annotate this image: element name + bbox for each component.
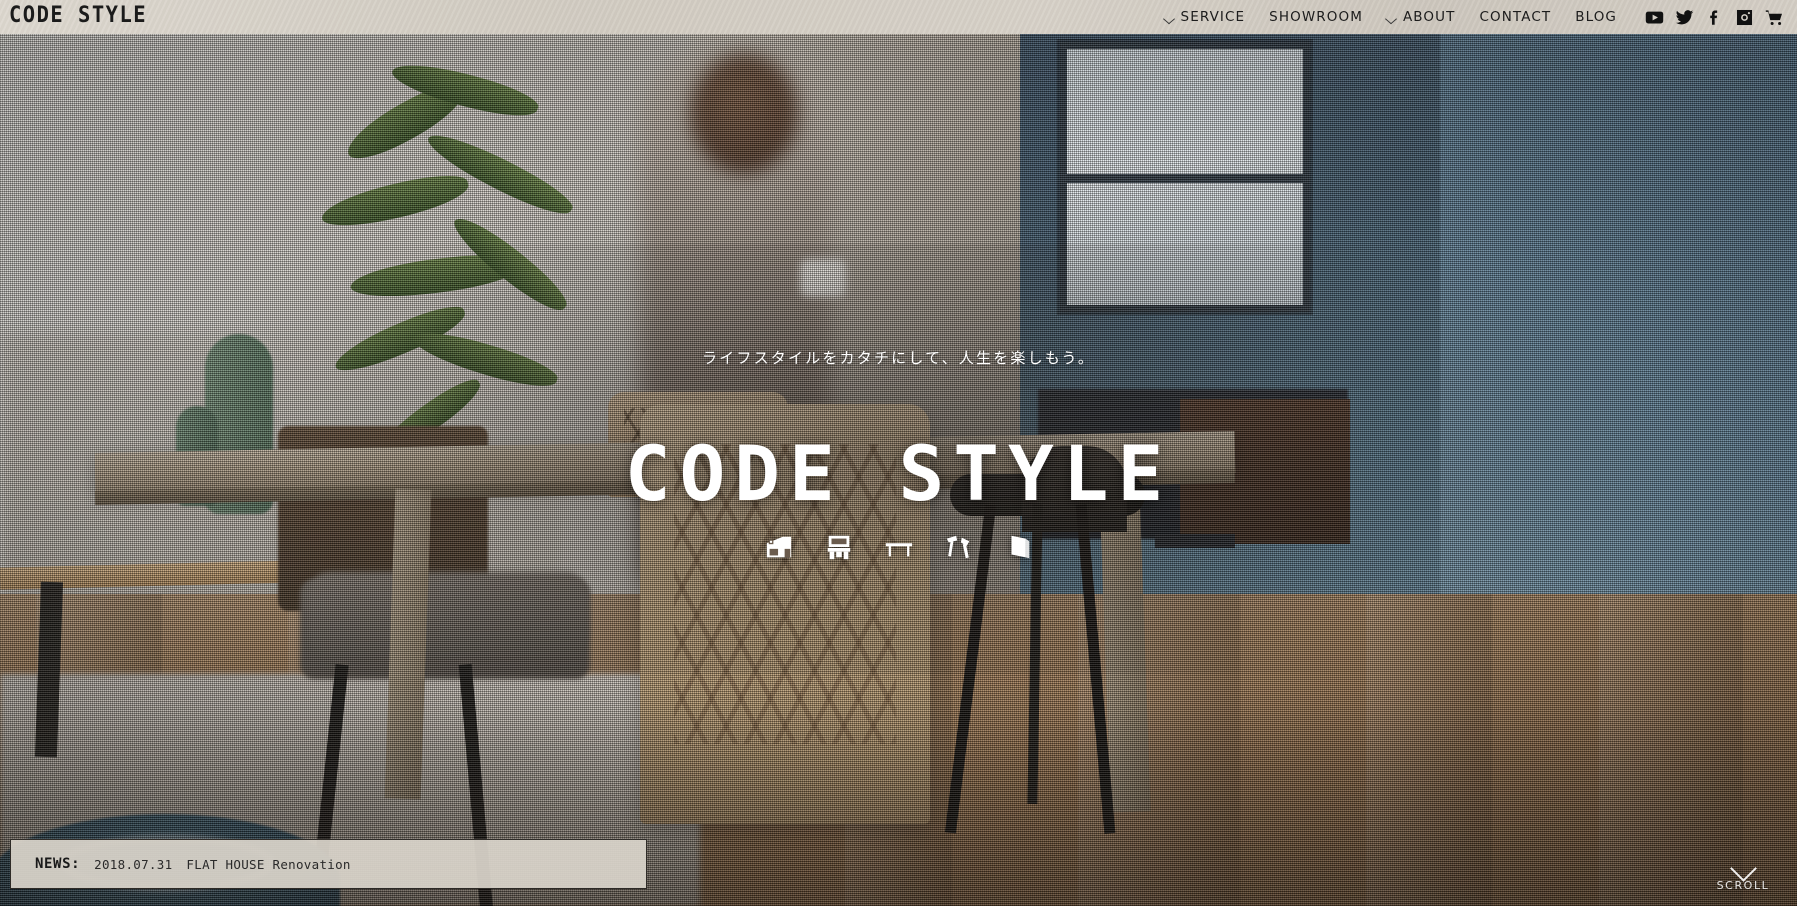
chevron-down-icon — [1729, 859, 1757, 874]
youtube-icon[interactable] — [1645, 8, 1664, 27]
hero-background-photo — [0, 34, 1797, 906]
facebook-icon[interactable] — [1705, 8, 1724, 27]
nav-label: SHOWROOM — [1269, 9, 1363, 25]
nav-label: ABOUT — [1402, 9, 1456, 25]
nav-label: BLOG — [1575, 9, 1617, 25]
nav-label: SERVICE — [1180, 9, 1246, 25]
nav-item-blog[interactable]: BLOG — [1563, 0, 1629, 34]
nav-item-about[interactable]: ABOUT — [1375, 0, 1468, 34]
site-logo[interactable]: CODE STYLE — [9, 3, 147, 28]
chevron-down-icon — [1165, 15, 1175, 21]
hero-section: ライフスタイルをカタチにして、人生を楽しもう。 CODE STYLE NEWS:… — [0, 34, 1797, 906]
scroll-indicator[interactable]: SCROLL — [1711, 859, 1775, 892]
news-date: 2018.07.31 — [94, 856, 173, 872]
main-navigation: SERVICE SHOWROOM ABOUT CONTACT BLOG — [1153, 0, 1788, 34]
instagram-icon[interactable] — [1735, 8, 1754, 27]
nav-label: CONTACT — [1479, 9, 1552, 25]
news-bar[interactable]: NEWS: 2018.07.31 FLAT HOUSE Renovation — [10, 839, 647, 889]
news-label: NEWS: — [35, 856, 81, 872]
site-header: CODE STYLE SERVICE SHOWROOM ABOUT CONTAC… — [0, 0, 1797, 34]
chevron-down-icon — [1387, 15, 1397, 21]
nav-item-service[interactable]: SERVICE — [1153, 0, 1258, 34]
nav-item-showroom[interactable]: SHOWROOM — [1257, 0, 1375, 34]
twitter-icon[interactable] — [1675, 8, 1694, 27]
cart-icon[interactable] — [1765, 8, 1784, 27]
news-headline[interactable]: FLAT HOUSE Renovation — [186, 857, 350, 872]
nav-item-contact[interactable]: CONTACT — [1467, 0, 1563, 34]
social-links — [1629, 8, 1788, 27]
